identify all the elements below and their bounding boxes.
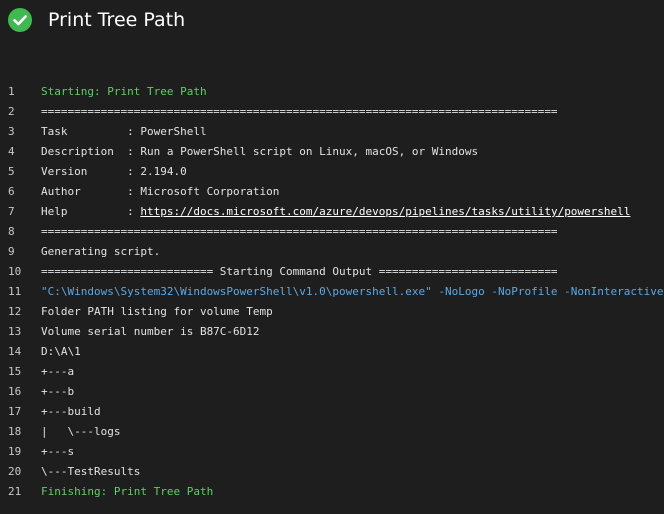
log-line-text: ========================================… (41, 105, 558, 118)
line-number[interactable]: 14 (8, 342, 22, 362)
section-marker-text: Finishing: Print Tree Path (41, 485, 214, 498)
log-line: 16 +---b (0, 382, 664, 402)
log-line: 8 =======================================… (0, 222, 664, 242)
line-number[interactable]: 4 (8, 142, 22, 162)
step-header: Print Tree Path (0, 0, 664, 40)
log-line-text: ========================== Starting Comm… (41, 265, 558, 278)
log-line: 20 \---TestResults (0, 462, 664, 482)
log-line-text: Volume serial number is B87C-6D12 (41, 325, 260, 338)
line-number[interactable]: 5 (8, 162, 22, 182)
line-number[interactable]: 16 (8, 382, 22, 402)
line-number[interactable]: 18 (8, 422, 22, 442)
line-number[interactable]: 6 (8, 182, 22, 202)
log-output: 1 Starting: Print Tree Path 2 =============… (0, 82, 664, 502)
pipeline-log-page: Print Tree Path 1 Starting: Print Tree Pa… (0, 0, 664, 514)
log-line: 4 Description : Run a PowerShell script o… (0, 142, 664, 162)
line-number[interactable]: 11 (8, 282, 22, 302)
line-number[interactable]: 19 (8, 442, 22, 462)
log-line: 7 Help : https://docs.microsoft.com/azure… (0, 202, 664, 222)
check-circle-icon (8, 8, 32, 32)
log-line-text: +---build (41, 405, 101, 418)
line-number[interactable]: 20 (8, 462, 22, 482)
log-line-text: +---b (41, 385, 75, 398)
log-line: 17 +---build (0, 402, 664, 422)
log-line-text: Help : https://docs.microsoft.com/azure/… (41, 202, 630, 222)
log-line: 13 Volume serial number is B87C-6D12 (0, 322, 664, 342)
log-line-text: Task : PowerShell (41, 125, 207, 138)
log-line: 5 Version : 2.194.0 (0, 162, 664, 182)
command-text: "C:\Windows\System32\WindowsPowerShell\v… (41, 285, 664, 298)
log-line: 19 +---s (0, 442, 664, 462)
line-number[interactable]: 12 (8, 302, 22, 322)
log-line-text: Description : Run a PowerShell script on… (41, 145, 479, 158)
section-marker-text: Starting: Print Tree Path (41, 85, 207, 98)
log-line: 6 Author : Microsoft Corporation (0, 182, 664, 202)
line-number[interactable]: 7 (8, 202, 22, 222)
line-number[interactable]: 8 (8, 222, 22, 242)
log-line-text: \---TestResults (41, 465, 141, 478)
log-line: 2 =======================================… (0, 102, 664, 122)
log-line: 9 Generating script. (0, 242, 664, 262)
log-line-text: +---s (41, 445, 75, 458)
log-line-text: | \---logs (41, 425, 121, 438)
step-title: Print Tree Path (48, 9, 186, 31)
line-number[interactable]: 17 (8, 402, 22, 422)
line-number[interactable]: 15 (8, 362, 22, 382)
log-line-text: D:\A\1 (41, 345, 81, 358)
line-number[interactable]: 1 (8, 82, 22, 102)
log-line: 15 +---a (0, 362, 664, 382)
log-line: 18 | \---logs (0, 422, 664, 442)
line-number[interactable]: 13 (8, 322, 22, 342)
log-line-text: ========================================… (41, 225, 558, 238)
log-line: 1 Starting: Print Tree Path (0, 82, 664, 102)
help-link[interactable]: https://docs.microsoft.com/azure/devops/… (140, 205, 630, 218)
log-line: 3 Task : PowerShell (0, 122, 664, 142)
log-line: 21 Finishing: Print Tree Path (0, 482, 664, 502)
line-number[interactable]: 9 (8, 242, 22, 262)
help-label: Help : (41, 205, 141, 218)
log-line-text: Version : 2.194.0 (41, 165, 187, 178)
line-number[interactable]: 10 (8, 262, 22, 282)
log-line-text: Folder PATH listing for volume Temp (41, 305, 273, 318)
log-line: 10 ========================== Starting Co… (0, 262, 664, 282)
line-number[interactable]: 2 (8, 102, 22, 122)
log-line: 14 D:\A\1 (0, 342, 664, 362)
line-number[interactable]: 21 (8, 482, 22, 502)
log-line-text: Author : Microsoft Corporation (41, 185, 280, 198)
log-line: 12 Folder PATH listing for volume Temp (0, 302, 664, 322)
line-number[interactable]: 3 (8, 122, 22, 142)
log-line-text: Generating script. (41, 245, 161, 258)
log-line: 11 "C:\Windows\System32\WindowsPowerShell… (0, 282, 664, 302)
log-line-text: +---a (41, 365, 75, 378)
